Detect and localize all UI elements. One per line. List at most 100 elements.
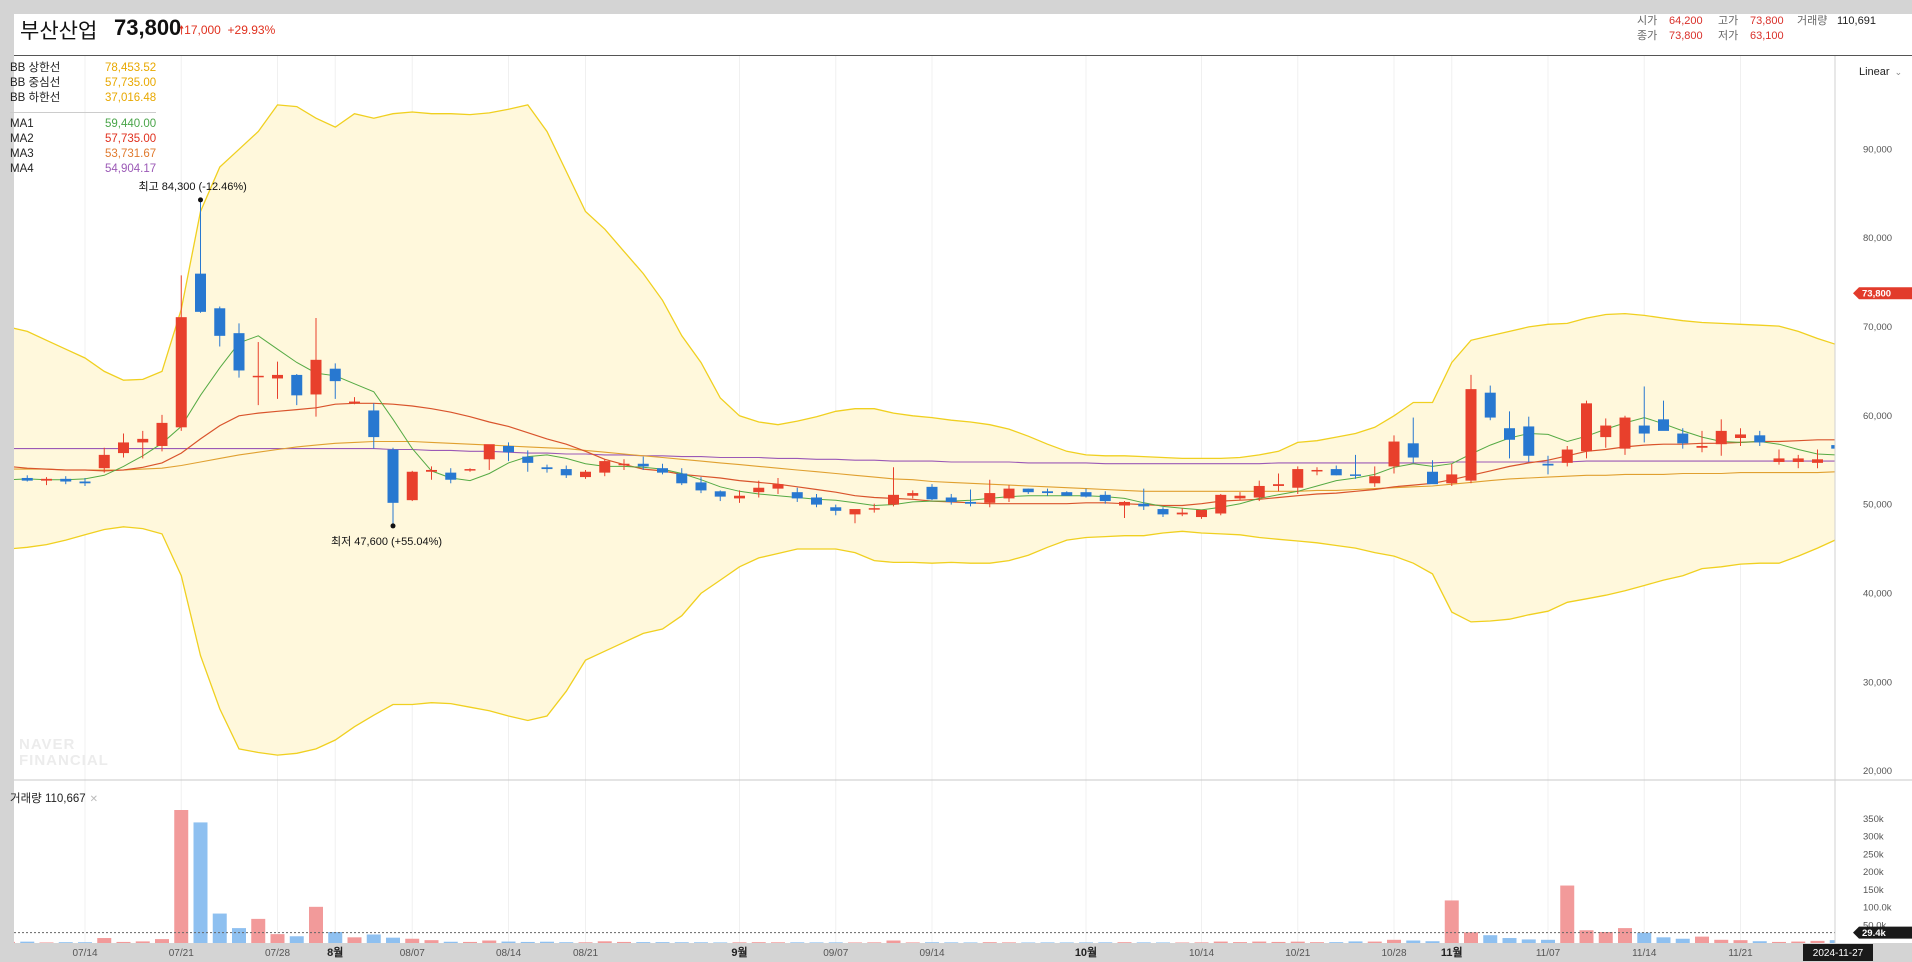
price-chart[interactable]: 최고 84,300 (-12.46%) 최저 47,600 (+55.04%) 90… (0, 0, 1912, 962)
legend-row-bb-lower[interactable]: BB 하한선 37,016.48 (10, 91, 158, 106)
candle-body (1523, 426, 1535, 456)
candle-body (98, 454, 110, 469)
candle-body (522, 456, 534, 463)
candle-body (1446, 474, 1458, 484)
volume-bar (1233, 942, 1247, 943)
stock-name: 부산산업 (20, 20, 98, 43)
candle-body (1022, 488, 1034, 493)
volume-bar (674, 942, 689, 943)
candle-body (1812, 459, 1823, 463)
close-icon[interactable]: ✕ (90, 794, 98, 805)
volume-bar (1714, 939, 1729, 943)
candle-body (1388, 441, 1400, 467)
candle-body (464, 469, 476, 471)
y-tick-label: 40,000 (1863, 588, 1892, 599)
scale-label: Linear (1859, 66, 1890, 78)
candle-body (349, 401, 360, 404)
volume-value: 110,691 (1837, 15, 1876, 27)
volume-bar (463, 941, 477, 943)
volume-tick-label: 200k (1863, 867, 1884, 878)
candle-body (560, 469, 572, 476)
candle-body (1427, 471, 1438, 485)
volume-bar (1156, 942, 1170, 943)
volume-bar (1098, 942, 1113, 943)
x-tick-label: 08/07 (400, 948, 425, 959)
legend-row-ma2[interactable]: MA2 57,735.00 (10, 132, 158, 147)
candle-body (41, 478, 52, 481)
candle-body (1234, 495, 1246, 499)
volume-bar (1733, 940, 1748, 943)
volume-bar (289, 936, 304, 943)
legend-label: MA1 (10, 118, 34, 130)
candle-body (1253, 485, 1265, 498)
volume-bar (1079, 942, 1093, 943)
candle-body (1677, 433, 1689, 444)
legend-label: BB 중심선 (10, 77, 61, 89)
volume-bar (424, 940, 439, 943)
chevron-down-icon: ⌄ (1894, 67, 1903, 77)
volume-bar (636, 942, 651, 943)
candle-body (175, 317, 187, 428)
volume-bar (751, 942, 766, 943)
x-tick-label: 08/14 (496, 948, 521, 959)
candle-body (1465, 389, 1477, 481)
x-tick-label: 10/28 (1381, 948, 1406, 959)
y-tick-label: 80,000 (1863, 233, 1892, 244)
volume-bar (212, 913, 227, 943)
volume-bar (1483, 935, 1498, 943)
candle-body (1754, 435, 1766, 443)
candle-body (1003, 488, 1015, 499)
volume-bar (694, 942, 708, 943)
volume-bar (14, 941, 15, 943)
legend-value: 37,016.48 (105, 92, 157, 104)
legend-label: MA2 (10, 133, 34, 145)
candle-body (1080, 492, 1092, 497)
candle-body (830, 507, 842, 511)
candle-body (1157, 509, 1169, 515)
candle-body (445, 472, 457, 480)
candle-body (695, 482, 707, 491)
candle-body (118, 442, 129, 454)
volume-bar (116, 941, 131, 943)
volume-bar (405, 938, 420, 943)
legend-divider (10, 112, 156, 113)
legend-row-bb-middle[interactable]: BB 중심선 57,735.00 (10, 76, 158, 91)
candle-body (1561, 449, 1573, 463)
volume-bar (58, 942, 73, 943)
volume-bar (366, 934, 381, 943)
volume-bar (1310, 942, 1324, 943)
volume-label: 거래량 (1797, 15, 1828, 27)
volume-bar (597, 941, 612, 943)
x-tick-label: 07/14 (72, 948, 97, 959)
volume-bar (1656, 937, 1671, 943)
volume-bar (1194, 942, 1209, 943)
candle-body (637, 463, 649, 467)
crosshair-date-label: 2024-11-27 (1813, 948, 1864, 959)
legend-row-ma1[interactable]: MA1 59,440.00 (10, 117, 158, 132)
volume-bar (1810, 940, 1825, 943)
change-amount: 17,000 (184, 23, 221, 37)
volume-bar (944, 942, 959, 943)
candle-body (1138, 503, 1150, 507)
volume-bar (1695, 936, 1709, 943)
candle-body (599, 461, 611, 473)
y-tick-label: 50,000 (1863, 500, 1892, 511)
volume-bar (386, 937, 400, 943)
candle-body (714, 491, 726, 497)
scale-toggle-button[interactable]: Linear ⌄ (1859, 66, 1902, 78)
volume-bar (1406, 940, 1421, 943)
current-price-tag-label: 73,800 (1862, 289, 1891, 300)
volume-bar (617, 941, 631, 943)
candle-body (291, 374, 303, 396)
volume-tick-label: 350k (1863, 814, 1884, 825)
volume-bar (905, 942, 920, 943)
legend-row-bb-upper[interactable]: BB 상한선 78,453.52 (10, 61, 158, 76)
x-tick-label: 11/14 (1632, 948, 1657, 959)
watermark-line: NAVER (19, 736, 76, 753)
legend-row-ma4[interactable]: MA4 54,904.17 (10, 162, 158, 177)
legend-row-ma3[interactable]: MA3 53,731.67 (10, 147, 158, 162)
volume-bar (1271, 941, 1286, 943)
volume-bar (809, 942, 824, 943)
naver-financial-watermark: NAVER FINANCIAL (19, 737, 109, 769)
x-tick-label: 11월 (1441, 945, 1463, 959)
